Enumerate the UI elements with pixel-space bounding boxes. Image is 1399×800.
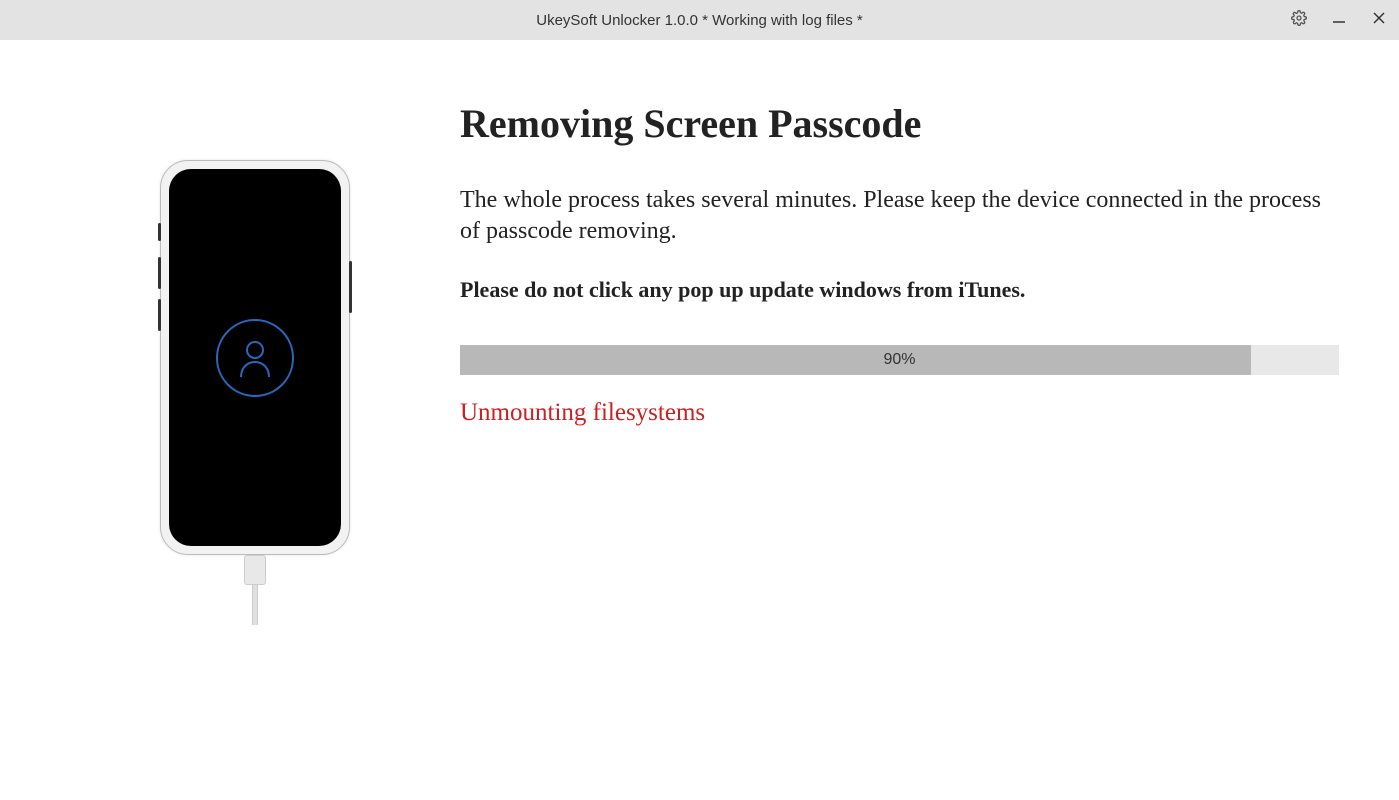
progress-fill: [460, 345, 1251, 375]
device-illustration: [90, 100, 420, 555]
description-text: The whole process takes several minutes.…: [460, 185, 1339, 247]
phone-body: [160, 160, 350, 555]
gear-icon: [1291, 10, 1307, 31]
minimize-icon: [1332, 11, 1346, 30]
cable-icon: [244, 555, 266, 625]
title-bar: UkeySoft Unlocker 1.0.0 * Working with l…: [0, 0, 1399, 40]
status-text: Unmounting filesystems: [460, 399, 1339, 427]
phone-screen: [169, 169, 341, 546]
settings-button[interactable]: [1279, 0, 1319, 40]
warning-text: Please do not click any pop up update wi…: [460, 277, 1339, 303]
close-icon: [1372, 11, 1386, 30]
progress-label: 90%: [883, 351, 915, 369]
user-icon: [216, 319, 294, 397]
progress-bar: 90%: [460, 345, 1339, 375]
page-heading: Removing Screen Passcode: [460, 100, 1339, 147]
window-title: UkeySoft Unlocker 1.0.0 * Working with l…: [0, 12, 1399, 29]
main-content: Removing Screen Passcode The whole proce…: [0, 40, 1399, 555]
close-button[interactable]: [1359, 0, 1399, 40]
minimize-button[interactable]: [1319, 0, 1359, 40]
